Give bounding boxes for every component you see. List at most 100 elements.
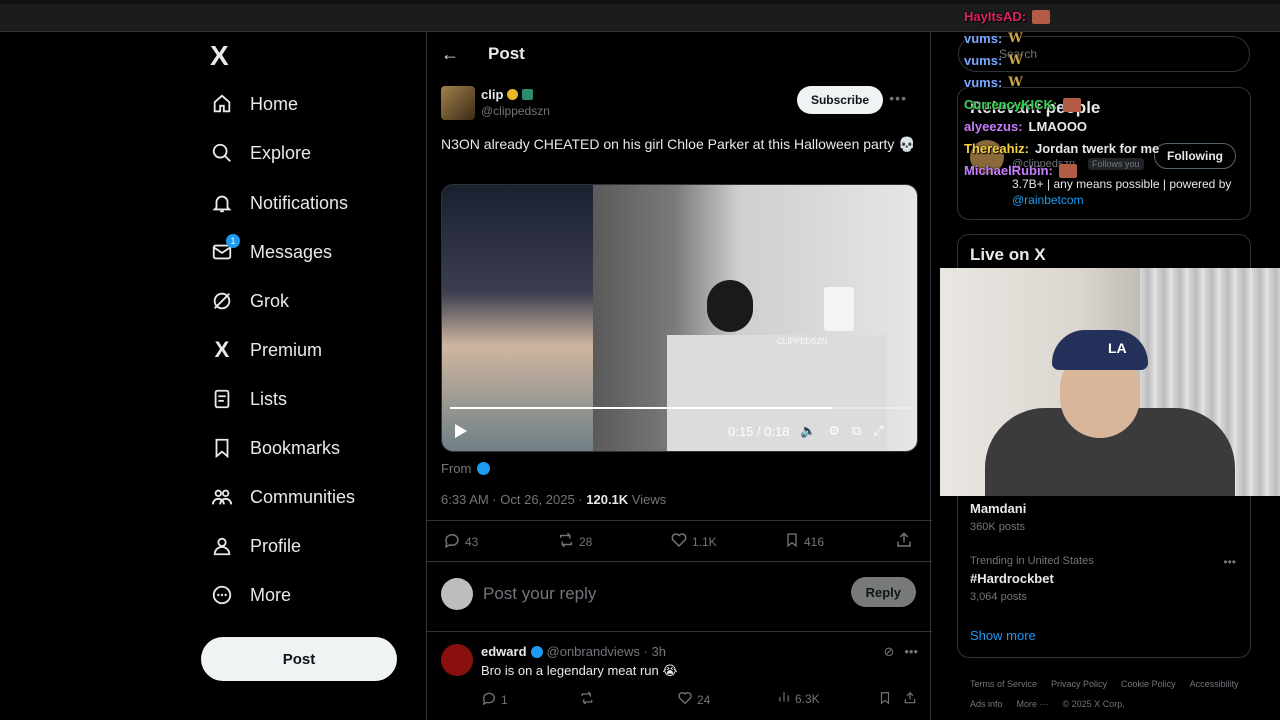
comment-bookmark-action[interactable]: [878, 690, 892, 709]
picture-in-picture-icon[interactable]: ⧉: [852, 423, 861, 439]
bio-mention-link[interactable]: @rainbetcom: [1012, 193, 1084, 207]
like-action[interactable]: 1.1K: [670, 531, 717, 552]
post-actions: 43 28 1.1K 416: [427, 520, 932, 562]
post-more-icon[interactable]: •••: [889, 90, 907, 106]
bell-icon: [210, 191, 234, 215]
chat-username: MichaelRubin:: [964, 163, 1053, 178]
comment-share-action[interactable]: [903, 690, 917, 709]
chat-message: vums: W: [964, 72, 1224, 94]
x-logo[interactable]: X: [210, 42, 238, 70]
nav-explore[interactable]: Explore: [210, 133, 311, 173]
nav-communities[interactable]: Communities: [210, 477, 355, 517]
share-icon: [895, 531, 913, 552]
author-avatar[interactable]: [441, 86, 475, 120]
views-label: Views: [628, 492, 667, 507]
nav-lists[interactable]: Lists: [210, 379, 287, 419]
footer-link[interactable]: Cookie Policy: [1121, 674, 1176, 694]
trend-more-icon[interactable]: •••: [1223, 555, 1236, 569]
footer-link[interactable]: Ads info: [970, 694, 1003, 714]
video-frame-left: [442, 185, 593, 451]
subscribe-button[interactable]: Subscribe: [796, 86, 883, 114]
comment-avatar[interactable]: [441, 644, 473, 676]
nav-home-label: Home: [250, 93, 299, 114]
post-timestamp[interactable]: 6:33 AM · Oct 26, 2025 ·: [441, 492, 586, 507]
bookmark-small-icon: [784, 531, 800, 552]
share-action[interactable]: [895, 531, 913, 552]
comment-handle-time[interactable]: @onbrandviews · 3h: [547, 644, 666, 659]
nav-home[interactable]: Home: [210, 84, 298, 124]
reply-input[interactable]: Post your reply: [483, 584, 596, 604]
heart-icon: [677, 690, 693, 709]
back-arrow-icon[interactable]: ←: [441, 44, 459, 65]
nav-premium[interactable]: X Premium: [210, 330, 322, 370]
bookmark-icon: [210, 436, 234, 460]
nav-more[interactable]: More: [210, 575, 291, 615]
chat-username: alyeezus:: [964, 119, 1023, 134]
author-name-row[interactable]: clip: [481, 87, 534, 102]
list-icon: [210, 387, 234, 411]
trend-name[interactable]: #Hardrockbet: [970, 571, 1054, 586]
video-controls: 0:15 / 0:18 🔈 ⚙ ⧉ ⤢: [442, 421, 917, 445]
video-progress-bar[interactable]: [450, 407, 910, 409]
nav-profile[interactable]: Profile: [210, 526, 301, 566]
reply-action[interactable]: 43: [443, 531, 478, 552]
video-player[interactable]: CLIPPEDSZN 0:15 / 0:18 🔈 ⚙ ⧉ ⤢: [441, 184, 918, 452]
nav-notifications-label: Notifications: [250, 192, 349, 213]
footer-link[interactable]: Terms of Service: [970, 674, 1037, 694]
chat-text: Jordan twerk for me: [1035, 141, 1160, 156]
repost-action[interactable]: 28: [557, 531, 592, 552]
views-count: 120.1K: [586, 492, 629, 507]
nav-grok-label: Grok: [250, 290, 290, 311]
reply-comment[interactable]: edward @onbrandviews · 3h Bro is on a le…: [427, 632, 932, 720]
chat-message: MichaelRubin:: [964, 160, 1224, 182]
trend-context: Trending in United States: [970, 555, 1094, 567]
reply-button[interactable]: Reply: [850, 577, 916, 607]
nav-bookmarks[interactable]: Bookmarks: [210, 428, 340, 468]
comment-author-name[interactable]: edward: [481, 644, 527, 659]
communities-icon: [210, 485, 234, 509]
bookmark-count: 416: [804, 534, 825, 549]
play-icon[interactable]: [454, 423, 468, 442]
volume-icon[interactable]: 🔈: [800, 423, 816, 439]
nav-grok[interactable]: Grok: [210, 281, 289, 321]
footer-link[interactable]: Privacy Policy: [1051, 674, 1107, 694]
comment-reply-action[interactable]: 1: [481, 690, 508, 709]
nav-communities-label: Communities: [250, 486, 356, 507]
comment-like-action[interactable]: 24: [677, 690, 710, 709]
author-handle[interactable]: @clippedszn: [481, 104, 550, 118]
main-column: ← Post clip @clippedszn Subscribe ••• N3…: [426, 32, 932, 720]
comment-repost-action[interactable]: [579, 690, 595, 709]
fullscreen-icon[interactable]: ⤢: [873, 423, 883, 439]
nav-profile-label: Profile: [250, 535, 302, 556]
video-cup: [824, 287, 854, 331]
comment-more-icon[interactable]: •••: [904, 644, 918, 660]
comment-text: Bro is on a legendary meat run 😭: [481, 663, 678, 678]
verified-blue-icon[interactable]: [477, 462, 491, 475]
chat-username: vums:: [964, 31, 1003, 46]
chat-text: LMAOOO: [1028, 119, 1088, 134]
cap-logo: LA: [1108, 340, 1127, 356]
grok-icon[interactable]: ⊘: [883, 644, 894, 660]
trend-name[interactable]: Mamdani: [970, 501, 1026, 516]
footer-link[interactable]: Accessibility: [1190, 674, 1239, 694]
settings-gear-icon[interactable]: ⚙: [828, 423, 840, 439]
footer-link[interactable]: More ···: [1017, 694, 1049, 714]
repost-icon: [557, 531, 575, 552]
stream-chat-overlay: HayItsAD: vums: W vums: W vums: W CurrencyK…: [964, 6, 1224, 182]
bookmark-action[interactable]: 416: [784, 531, 824, 552]
show-more-link[interactable]: Show more: [970, 628, 1036, 643]
chat-message: vums: W: [964, 28, 1224, 50]
messages-badge: 1: [226, 234, 240, 248]
chat-text: W: [1008, 75, 1023, 90]
comment-views-action[interactable]: 6.3K: [777, 690, 820, 707]
compose-post-button[interactable]: Post: [201, 637, 397, 681]
nav-messages-label: Messages: [250, 241, 333, 262]
user-avatar[interactable]: [441, 578, 473, 610]
nav-notifications[interactable]: Notifications: [210, 183, 348, 223]
nav-premium-label: Premium: [250, 339, 323, 360]
chat-message: CurrencyKICK:: [964, 94, 1224, 116]
comment-views-count: 6.3K: [795, 691, 820, 706]
nav-messages[interactable]: 1 Messages: [210, 232, 332, 272]
chat-emote-icon: [1063, 98, 1082, 112]
video-watermark: CLIPPEDSZN: [777, 337, 828, 346]
